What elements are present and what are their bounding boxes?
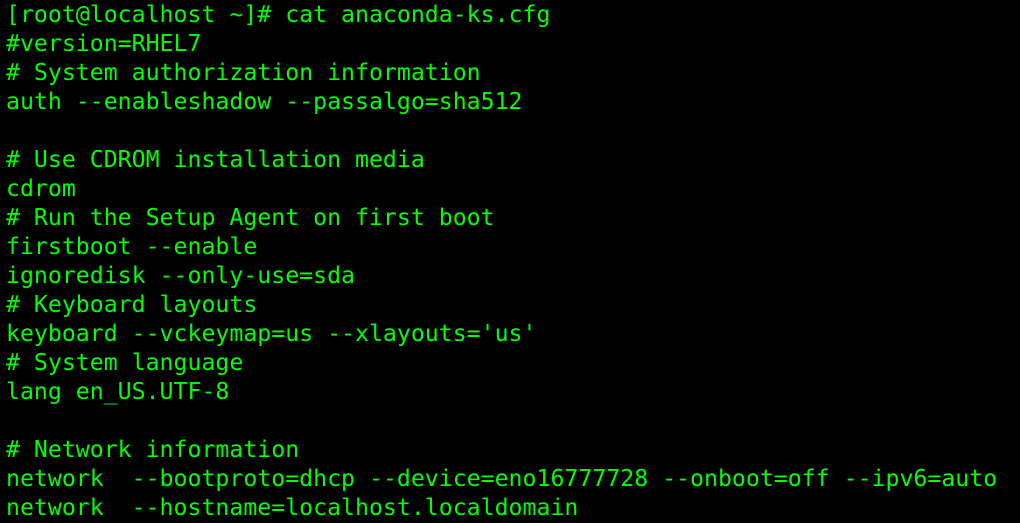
- output-line: # Use CDROM installation media: [6, 146, 425, 173]
- output-line: network --bootproto=dhcp --device=eno167…: [6, 465, 998, 492]
- output-line: # System language: [6, 349, 244, 376]
- output-line: # Keyboard layouts: [6, 291, 258, 318]
- output-line: # Network information: [6, 436, 300, 463]
- output-line: cdrom: [6, 175, 76, 202]
- output-line: # Run the Setup Agent on first boot: [6, 204, 495, 231]
- output-line: keyboard --vckeymap=us --xlayouts='us': [6, 320, 537, 347]
- output-line: #version=RHEL7: [6, 30, 202, 57]
- output-line: auth --enableshadow --passalgo=sha512: [6, 88, 523, 115]
- shell-command: cat anaconda-ks.cfg: [285, 1, 551, 28]
- output-line: ignoredisk --only-use=sda: [6, 262, 356, 289]
- shell-prompt: [root@localhost ~]#: [6, 1, 286, 28]
- output-line: # System authorization information: [6, 59, 481, 86]
- output-line: lang en_US.UTF-8: [6, 378, 230, 405]
- output-line: network --hostname=localhost.localdomain: [6, 494, 579, 521]
- command-line: [root@localhost ~]# cat anaconda-ks.cfg: [6, 0, 1020, 29]
- terminal-window[interactable]: [root@localhost ~]# cat anaconda-ks.cfg …: [0, 0, 1020, 523]
- output-line: firstboot --enable: [6, 233, 258, 260]
